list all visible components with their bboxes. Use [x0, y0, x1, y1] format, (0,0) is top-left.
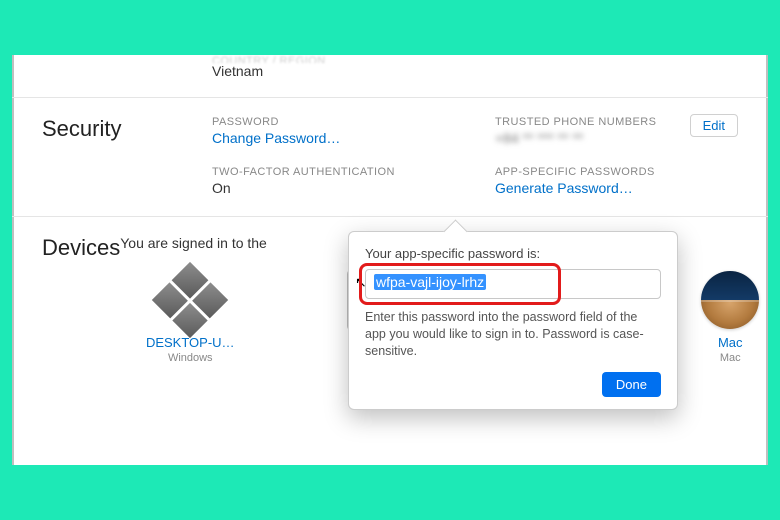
- security-heading: Security: [42, 116, 212, 196]
- app-password-field[interactable]: wfpa-vajl-ijoy-lrhz: [365, 269, 661, 299]
- country-region-label: COUNTRY / REGION: [212, 55, 738, 63]
- done-button[interactable]: Done: [602, 372, 661, 397]
- device-name: Mac: [718, 335, 743, 350]
- country-region-block: COUNTRY / REGION Vietnam: [12, 55, 768, 97]
- windows-icon: [155, 269, 225, 331]
- device-sub: Windows: [168, 352, 213, 364]
- app-password-value: wfpa-vajl-ijoy-lrhz: [374, 274, 486, 290]
- generate-password-link[interactable]: Generate Password…: [495, 180, 738, 196]
- trusted-phone-value: +84 ** *** ** **: [495, 130, 738, 146]
- country-region-value: Vietnam: [212, 63, 738, 79]
- password-label: PASSWORD: [212, 116, 455, 128]
- change-password-link[interactable]: Change Password…: [212, 130, 455, 146]
- app-password-popover: Your app-specific password is: ↖ wfpa-va…: [348, 231, 678, 410]
- mac-icon: [695, 269, 765, 331]
- devices-heading: Devices: [42, 235, 120, 364]
- device-card-windows[interactable]: DESKTOP-U… Windows: [120, 269, 260, 364]
- app-specific-label: APP-SPECIFIC PASSWORDS: [495, 166, 738, 178]
- popover-help-text: Enter this password into the password fi…: [365, 309, 661, 360]
- device-sub: Mac: [720, 352, 741, 364]
- twofactor-label: TWO-FACTOR AUTHENTICATION: [212, 166, 455, 178]
- trusted-phone-label: TRUSTED PHONE NUMBERS: [495, 116, 738, 128]
- twofactor-value: On: [212, 180, 455, 196]
- popover-title: Your app-specific password is:: [365, 246, 661, 261]
- security-section: Edit Security PASSWORD Change Password… …: [12, 97, 768, 216]
